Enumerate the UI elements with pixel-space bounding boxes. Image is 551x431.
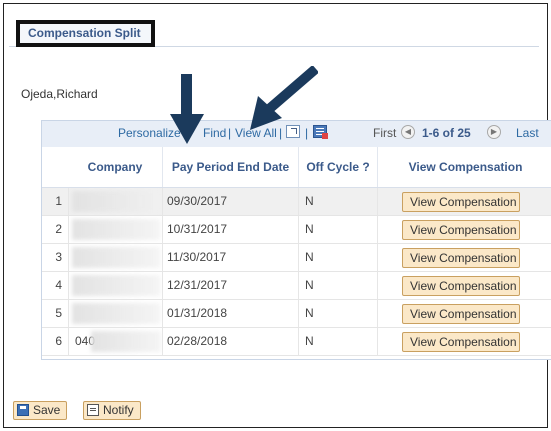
view-compensation-cell: View Compensation	[377, 300, 551, 327]
off-cycle-cell: N	[298, 188, 377, 215]
pay-period-end-date-cell: 12/31/2017	[162, 272, 298, 299]
table-row: 3 11/30/2017 N View Compensation	[42, 244, 551, 272]
row-number: 1	[55, 194, 62, 208]
table-row: 4 12/31/2017 N View Compensation	[42, 272, 551, 300]
save-button[interactable]: Save	[13, 401, 68, 420]
notify-icon	[87, 404, 99, 416]
annotation-arrow	[170, 74, 204, 144]
row-number: 4	[55, 278, 62, 292]
view-compensation-button[interactable]: View Compensation	[402, 220, 520, 240]
view-compensation-button[interactable]: View Compensation	[402, 192, 520, 212]
view-compensation-cell: View Compensation	[377, 272, 551, 299]
view-compensation-cell: View Compensation	[377, 188, 551, 215]
last-link[interactable]: Last	[516, 126, 539, 140]
pay-period-end-date-cell: 10/31/2017	[162, 216, 298, 243]
table-row: 2 10/31/2017 N View Compensation	[42, 216, 551, 244]
view-compensation-button[interactable]: View Compensation	[402, 332, 520, 352]
page-title: Compensation Split	[16, 20, 155, 47]
view-compensation-button[interactable]: View Compensation	[402, 304, 520, 324]
table-row: 6 040 02/28/2018 N View Compensation	[42, 328, 551, 356]
redaction-blur	[72, 247, 160, 268]
row-number: 5	[55, 306, 62, 320]
company-cell: 040	[68, 328, 162, 355]
pay-period-end-date-cell: 02/28/2018	[162, 328, 298, 355]
redaction-blur	[72, 275, 160, 296]
pay-period-end-date-cell: 09/30/2017	[162, 188, 298, 215]
redaction-blur	[72, 191, 160, 212]
column-header-row: Company Pay Period End Date Off Cycle ? …	[42, 147, 551, 188]
company-cell	[68, 244, 162, 271]
view-compensation-cell: View Compensation	[377, 216, 551, 243]
column-header-company[interactable]: Company	[68, 147, 162, 187]
save-label: Save	[33, 403, 61, 417]
view-compensation-button[interactable]: View Compensation	[402, 248, 520, 268]
row-number: 2	[55, 222, 62, 236]
page-header: Compensation Split	[9, 16, 539, 47]
next-icon[interactable]: ▶	[487, 125, 501, 139]
notify-label: Notify	[103, 403, 134, 417]
first-link[interactable]: First	[373, 126, 396, 140]
off-cycle-cell: N	[298, 272, 377, 299]
off-cycle-cell: N	[298, 244, 377, 271]
redaction-blur	[72, 303, 160, 324]
window-frame: Compensation Split Ojeda,Richard Persona…	[3, 3, 551, 428]
off-cycle-cell: N	[298, 300, 377, 327]
previous-icon[interactable]: ◀	[401, 125, 415, 139]
row-count: 1-6 of 25	[422, 126, 471, 140]
column-header-view-compensation: View Compensation	[377, 147, 551, 187]
company-cell	[68, 188, 162, 215]
off-cycle-cell: N	[298, 216, 377, 243]
view-compensation-cell: View Compensation	[377, 328, 551, 355]
redaction-blur	[91, 331, 161, 352]
pay-period-end-date-cell: 01/31/2018	[162, 300, 298, 327]
view-compensation-button[interactable]: View Compensation	[402, 276, 520, 296]
nav-separator: |	[228, 126, 232, 140]
annotation-arrow	[250, 66, 318, 130]
company-cell	[68, 216, 162, 243]
row-number: 6	[55, 334, 62, 348]
redaction-blur	[72, 219, 160, 240]
notify-button[interactable]: Notify	[83, 401, 141, 420]
company-cell	[68, 272, 162, 299]
row-number: 3	[55, 250, 62, 264]
employee-name: Ojeda,Richard	[21, 87, 98, 101]
off-cycle-cell: N	[298, 328, 377, 355]
pay-period-end-date-cell: 11/30/2017	[162, 244, 298, 271]
column-header-off-cycle[interactable]: Off Cycle ?	[298, 147, 377, 187]
save-icon	[17, 404, 29, 416]
column-header-pay-period-end-date[interactable]: Pay Period End Date	[162, 147, 298, 187]
compensation-grid: Personalize Find | View All | | First ◀ …	[41, 120, 551, 360]
table-row: 1 09/30/2017 N View Compensation	[42, 188, 551, 216]
company-cell	[68, 300, 162, 327]
find-link[interactable]: Find	[203, 126, 226, 140]
table-row: 5 01/31/2018 N View Compensation	[42, 300, 551, 328]
view-compensation-cell: View Compensation	[377, 244, 551, 271]
